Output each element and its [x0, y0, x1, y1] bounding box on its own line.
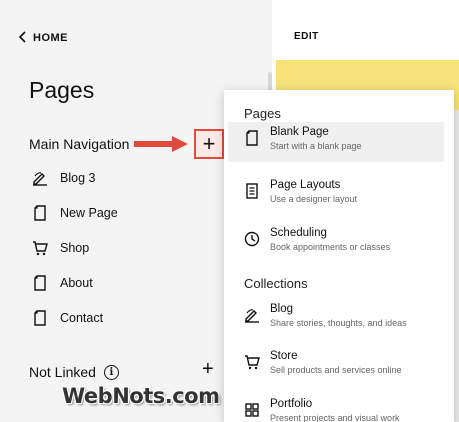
nav-item-label: New Page	[60, 206, 118, 220]
menu-item-page-layouts[interactable]: Page Layouts Use a designer layout	[228, 175, 444, 215]
watermark-logo: WebNots.com	[62, 384, 220, 408]
menu-item-store[interactable]: Store Sell products and services online	[228, 346, 444, 386]
menu-item-title: Blank Page	[270, 126, 329, 138]
menu-item-scheduling[interactable]: Scheduling Book appointments or classes	[228, 223, 444, 263]
add-not-linked-page-button[interactable]: +	[202, 358, 214, 381]
page-icon	[244, 130, 260, 146]
menu-item-title: Page Layouts	[270, 179, 341, 191]
not-linked-label: Not Linked	[29, 364, 96, 380]
menu-section-collections: Collections	[244, 276, 308, 291]
nav-item-contact[interactable]: Contact	[32, 310, 103, 326]
menu-item-title: Portfolio	[270, 398, 313, 410]
document-icon	[244, 183, 260, 199]
info-icon[interactable]: i	[103, 364, 119, 380]
home-link[interactable]: HOME	[18, 30, 68, 46]
add-page-button[interactable]: +	[194, 129, 224, 159]
edit-button[interactable]: EDIT	[294, 31, 319, 42]
page-title: Pages	[29, 77, 95, 103]
menu-item-blank-page[interactable]: Blank Page Start with a blank page	[228, 122, 444, 162]
blog-icon	[244, 307, 260, 323]
clock-icon	[244, 231, 260, 247]
annotation-arrow-icon	[134, 136, 188, 152]
menu-item-subtitle: Book appointments or classes	[270, 242, 391, 252]
chevron-left-icon	[18, 30, 27, 46]
blog-icon	[32, 170, 48, 186]
menu-item-portfolio[interactable]: Portfolio Present projects and visual wo…	[228, 394, 444, 422]
not-linked-title: Not Linked i	[29, 364, 119, 380]
menu-item-blog[interactable]: Blog Share stories, thoughts, and ideas	[228, 299, 444, 339]
grid-icon	[244, 402, 260, 418]
menu-item-subtitle: Start with a blank page	[270, 141, 362, 151]
cart-icon	[244, 354, 260, 370]
cart-icon	[32, 240, 48, 256]
menu-item-title: Blog	[270, 303, 294, 315]
nav-item-blog[interactable]: Blog 3	[32, 170, 95, 186]
menu-item-title: Scheduling	[270, 227, 327, 239]
menu-item-subtitle: Present projects and visual work	[270, 413, 400, 422]
page-icon	[32, 275, 48, 291]
menu-item-subtitle: Sell products and services online	[270, 365, 402, 375]
nav-item-label: Contact	[60, 311, 104, 325]
add-page-menu: Pages Blank Page Start with a blank page…	[224, 90, 454, 422]
page-icon	[32, 205, 48, 221]
page-icon	[32, 310, 48, 326]
editor-header	[276, 0, 459, 60]
home-label: HOME	[33, 32, 68, 44]
nav-item-label: Blog 3	[60, 171, 96, 185]
menu-section-pages: Pages	[244, 106, 281, 121]
nav-item-shop[interactable]: Shop	[32, 240, 89, 256]
menu-item-subtitle: Use a designer layout	[270, 194, 358, 204]
nav-item-label: About	[60, 276, 93, 290]
menu-item-subtitle: Share stories, thoughts, and ideas	[270, 318, 407, 328]
main-navigation-title: Main Navigation	[29, 136, 130, 152]
nav-item-new-page[interactable]: New Page	[32, 205, 118, 221]
nav-item-label: Shop	[60, 241, 90, 255]
menu-item-title: Store	[270, 350, 298, 362]
nav-item-about[interactable]: About	[32, 275, 93, 291]
